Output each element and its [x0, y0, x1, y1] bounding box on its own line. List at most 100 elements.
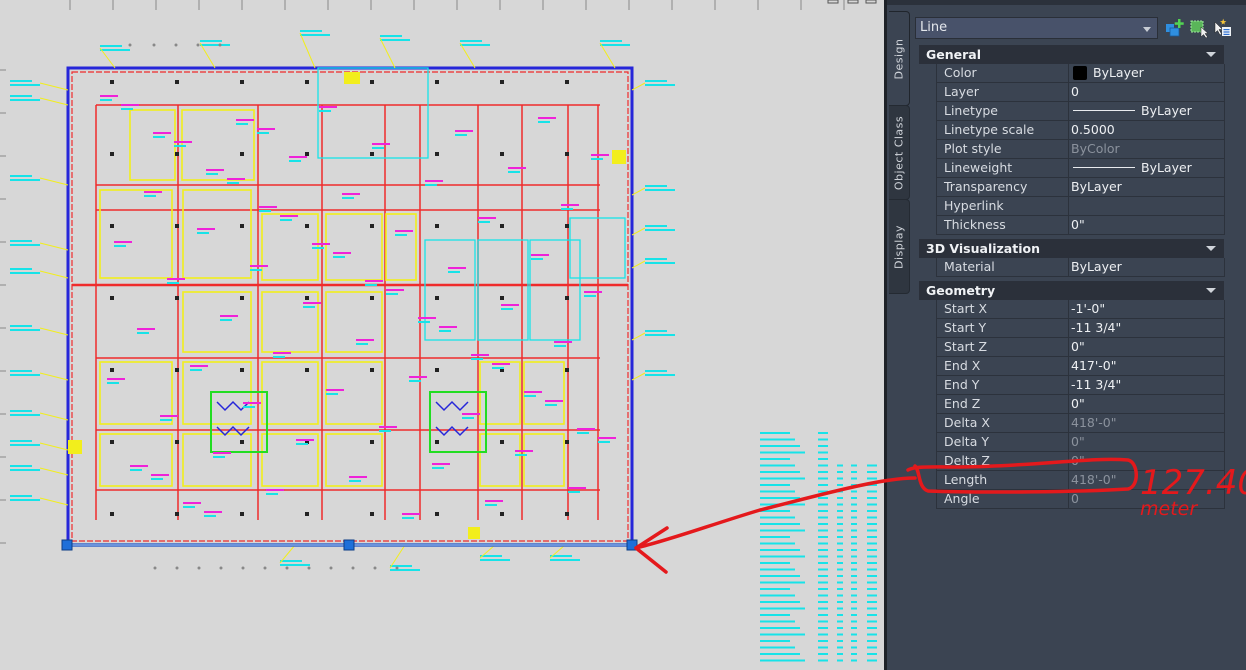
- legend-row-value: [851, 607, 857, 610]
- property-name: Delta Y: [937, 433, 1069, 451]
- section-geometry[interactable]: Geometry: [919, 281, 1224, 300]
- tab-object-class[interactable]: Object Class: [889, 105, 910, 200]
- callout-text: [645, 374, 675, 376]
- property-value[interactable]: [1069, 197, 1224, 215]
- property-value[interactable]: 0": [1069, 395, 1224, 413]
- property-row-hyperlink[interactable]: Hyperlink: [936, 197, 1225, 216]
- leader-line: [379, 37, 396, 69]
- object-type-value: Line: [920, 20, 948, 35]
- property-row-color[interactable]: Color ByLayer: [936, 64, 1225, 83]
- legend-row-value: [818, 659, 828, 662]
- property-row-length[interactable]: Length 418'-0": [936, 471, 1225, 490]
- grip-handle[interactable]: [343, 539, 355, 551]
- grip-handle[interactable]: [61, 539, 73, 551]
- callout-text: [390, 569, 420, 571]
- property-value[interactable]: ByLayer: [1069, 102, 1224, 120]
- room-label: [213, 452, 231, 454]
- legend-row-label: [760, 581, 805, 584]
- callout-text: [460, 44, 490, 46]
- palette-title-strip[interactable]: [887, 0, 1246, 5]
- room-label: [107, 382, 119, 384]
- room-label: [259, 206, 277, 208]
- section-general[interactable]: General: [919, 45, 1224, 64]
- legend-row-value: [851, 575, 857, 577]
- object-type-dropdown[interactable]: Line: [915, 17, 1158, 39]
- property-row-material[interactable]: Material ByLayer: [936, 258, 1225, 277]
- room-outline: [325, 291, 383, 353]
- room-label: [425, 180, 443, 182]
- collapse-triangle-icon[interactable]: [1206, 52, 1216, 57]
- property-value-text: 418'-0": [1071, 472, 1117, 487]
- room-label: [296, 443, 308, 445]
- tab-display[interactable]: Display: [889, 199, 910, 294]
- section-3d-visualization[interactable]: 3D Visualization: [919, 239, 1224, 258]
- legend-row-value: [818, 503, 828, 506]
- property-value[interactable]: -11 3/4": [1069, 376, 1224, 394]
- leader-line: [39, 177, 69, 186]
- room-label: [167, 278, 185, 280]
- legend-row-value: [818, 490, 828, 493]
- property-value[interactable]: -1'-0": [1069, 300, 1224, 318]
- property-value[interactable]: 0": [1069, 338, 1224, 356]
- property-row-start-y[interactable]: Start Y -11 3/4": [936, 319, 1225, 338]
- floor-plan-drawing[interactable]: [0, 0, 884, 670]
- legend-row-value: [818, 568, 828, 571]
- property-value: ByColor: [1069, 140, 1224, 158]
- legend-row-label: [760, 640, 790, 642]
- property-value[interactable]: 417'-0": [1069, 357, 1224, 375]
- grip-handle[interactable]: [626, 539, 638, 551]
- column-marker: [175, 152, 179, 156]
- properties-palette: Design Object Class Display Line General…: [887, 0, 1246, 670]
- property-value-text: 0.5000: [1071, 122, 1115, 137]
- column-marker: [305, 296, 309, 300]
- property-row-linetype-scale[interactable]: Linetype scale 0.5000: [936, 121, 1225, 140]
- property-row-lineweight[interactable]: Lineweight ByLayer: [936, 159, 1225, 178]
- room-label: [153, 136, 165, 138]
- collapse-triangle-icon[interactable]: [1206, 246, 1216, 251]
- property-row-start-x[interactable]: Start X -1'-0": [936, 300, 1225, 319]
- legend-row-value: [867, 490, 877, 493]
- property-row-layer[interactable]: Layer 0: [936, 83, 1225, 102]
- property-value[interactable]: 0.5000: [1069, 121, 1224, 139]
- property-row-thickness[interactable]: Thickness 0": [936, 216, 1225, 235]
- collapse-triangle-icon[interactable]: [1206, 288, 1216, 293]
- callout-text: [645, 80, 667, 82]
- legend-row-value: [867, 653, 877, 655]
- callout-text: [280, 564, 310, 566]
- property-row-end-x[interactable]: End X 417'-0": [936, 357, 1225, 376]
- tab-design[interactable]: Design: [889, 11, 910, 106]
- room-label: [356, 343, 368, 345]
- section-title: 3D Visualization: [926, 241, 1040, 256]
- quick-select-icon[interactable]: [1189, 18, 1209, 38]
- toggle-pickadd-icon[interactable]: [1213, 18, 1233, 38]
- property-value[interactable]: ByLayer: [1069, 258, 1224, 276]
- property-row-end-z[interactable]: End Z 0": [936, 395, 1225, 414]
- property-row-delta-y[interactable]: Delta Y 0": [936, 433, 1225, 452]
- drawing-canvas[interactable]: [0, 0, 884, 670]
- room-label: [545, 400, 563, 402]
- property-value[interactable]: ByLayer: [1069, 178, 1224, 196]
- callout-text: [10, 444, 40, 446]
- property-value[interactable]: ByLayer: [1069, 64, 1224, 82]
- property-value[interactable]: 0": [1069, 216, 1224, 234]
- property-row-angle[interactable]: Angle 0: [936, 490, 1225, 509]
- leader-line: [39, 497, 69, 506]
- property-value[interactable]: ByLayer: [1069, 159, 1224, 177]
- room-label: [289, 160, 301, 162]
- property-value[interactable]: 0: [1069, 83, 1224, 101]
- property-row-start-z[interactable]: Start Z 0": [936, 338, 1225, 357]
- property-row-end-y[interactable]: End Y -11 3/4": [936, 376, 1225, 395]
- room-label: [409, 376, 427, 378]
- property-row-delta-z[interactable]: Delta Z 0": [936, 452, 1225, 471]
- add-to-selection-icon[interactable]: [1164, 18, 1184, 38]
- column-marker: [500, 80, 504, 84]
- property-value[interactable]: -11 3/4": [1069, 319, 1224, 337]
- column-marker: [110, 512, 114, 516]
- room-label: [531, 254, 549, 256]
- property-row-transparency[interactable]: Transparency ByLayer: [936, 178, 1225, 197]
- property-row-delta-x[interactable]: Delta X 418'-0": [936, 414, 1225, 433]
- property-row-linetype[interactable]: Linetype ByLayer: [936, 102, 1225, 121]
- callout-text: [300, 34, 330, 36]
- legend-row-value: [851, 529, 857, 532]
- property-row-plot-style[interactable]: Plot style ByColor: [936, 140, 1225, 159]
